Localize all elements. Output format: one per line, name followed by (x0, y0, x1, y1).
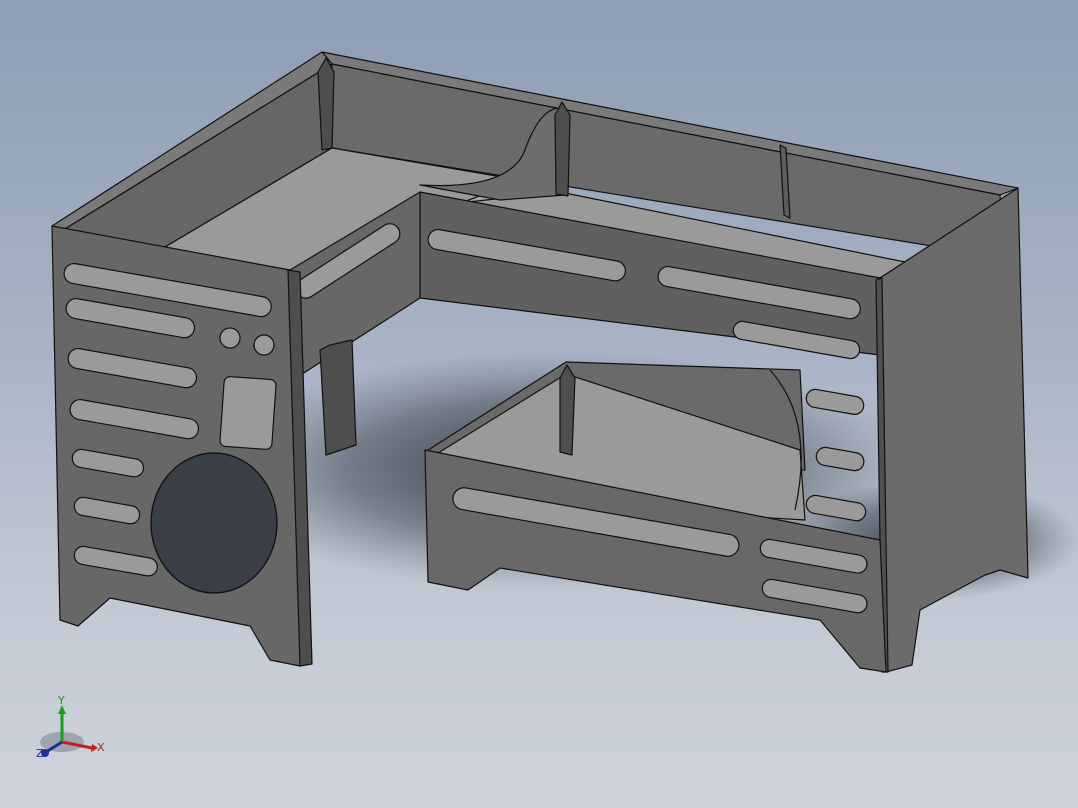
graphics-viewport[interactable]: X Y Z (0, 0, 1078, 808)
round-hole (219, 327, 241, 349)
y-axis-label: Y (57, 694, 65, 707)
post-support[interactable] (319, 339, 357, 456)
right-end-panel[interactable] (879, 187, 1029, 673)
post-lower[interactable] (559, 364, 576, 456)
model-canvas[interactable]: X Y Z (0, 0, 1078, 808)
round-hole (253, 334, 275, 356)
post-back-middle[interactable] (554, 101, 571, 197)
porthole-opening (150, 452, 278, 594)
x-axis-label: X (97, 741, 105, 754)
coordinate-triad[interactable]: X Y Z (36, 694, 105, 760)
z-axis-label: Z (36, 747, 44, 760)
square-opening (219, 376, 277, 450)
